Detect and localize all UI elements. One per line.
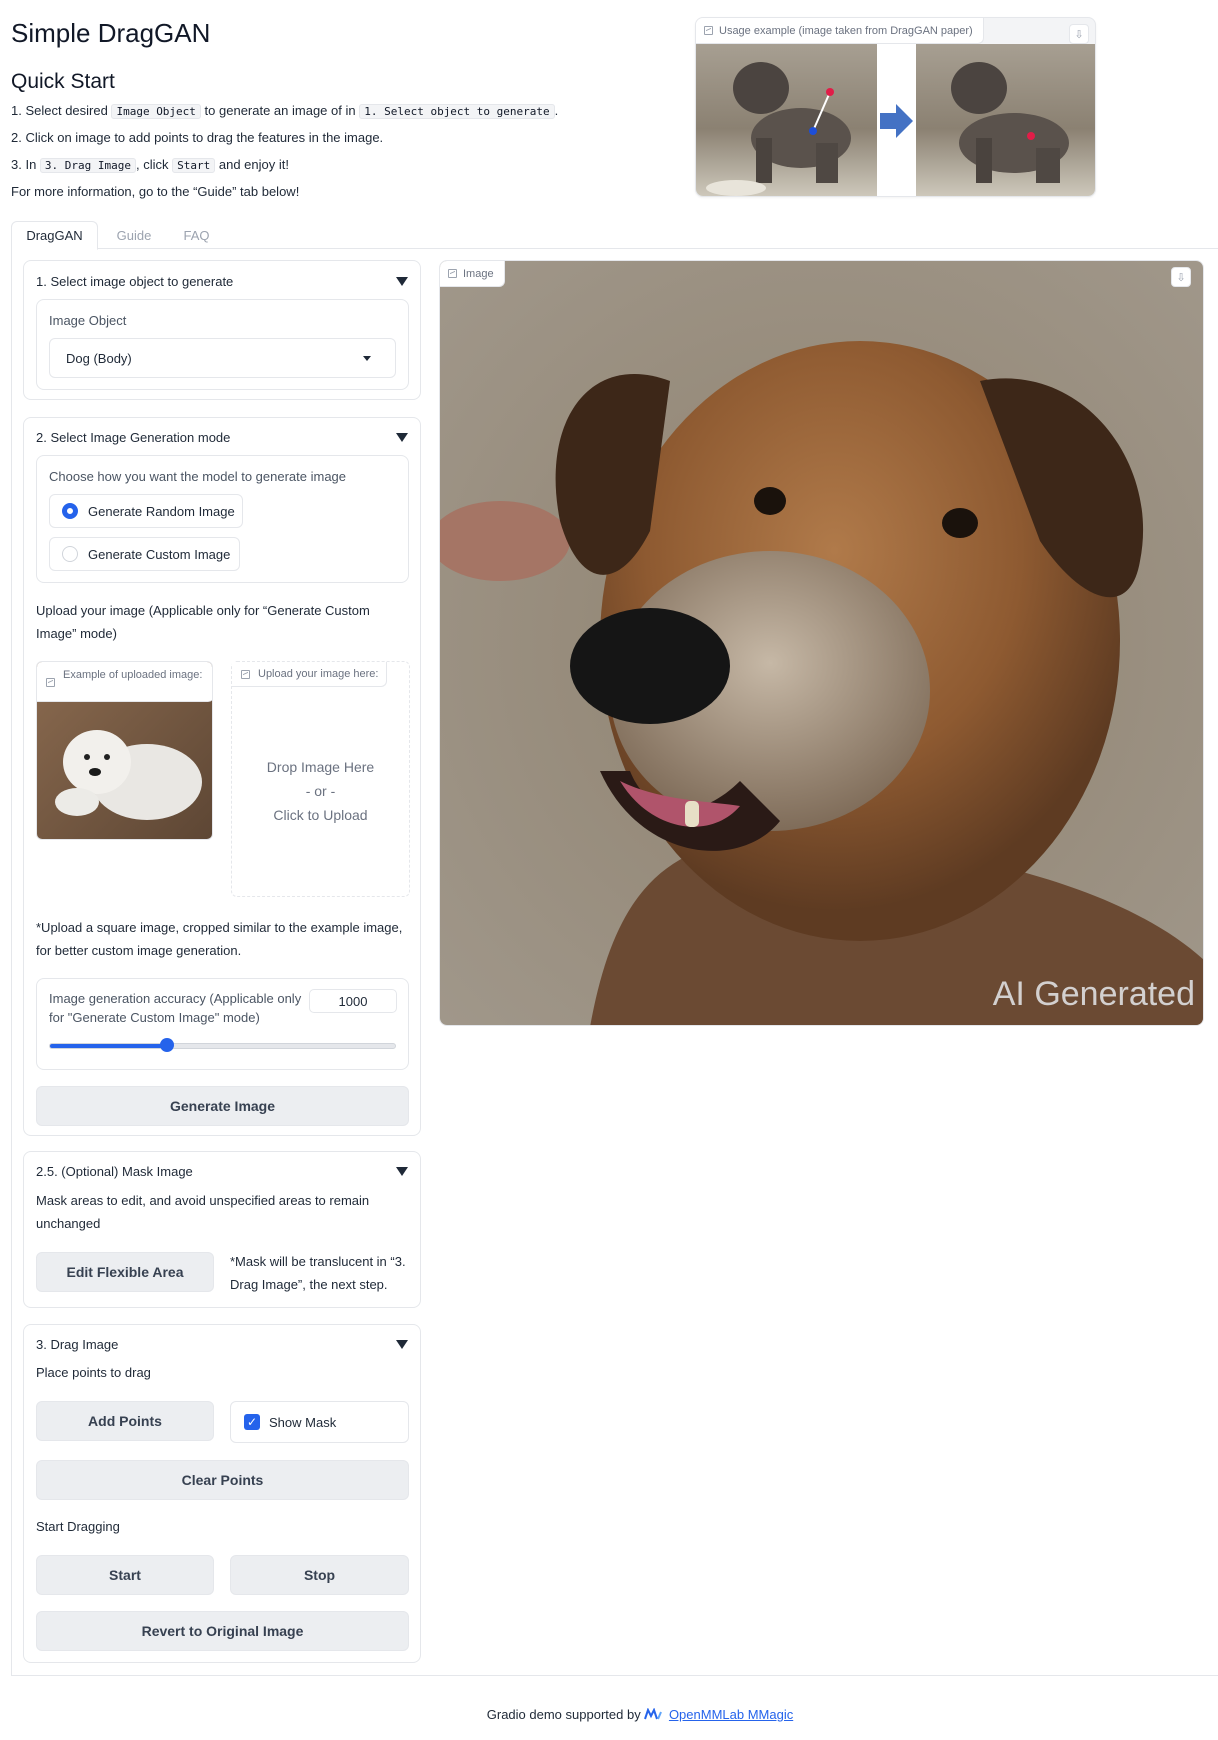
image-object-field: Image Object Dog (Body) bbox=[36, 299, 409, 390]
image-upload-dropzone[interactable]: Upload your image here: Drop Image Here … bbox=[231, 661, 410, 897]
app-title: Simple DragGAN bbox=[11, 18, 211, 48]
click-to-upload-text: Click to Upload bbox=[273, 807, 368, 823]
image-panel-label-text: Image bbox=[463, 267, 494, 280]
ai-generated-watermark: AI Generated bbox=[993, 975, 1195, 1013]
download-icon[interactable]: ⇩ bbox=[1171, 267, 1191, 287]
collapse-caret-icon[interactable] bbox=[396, 1167, 408, 1176]
image-object-selected: Dog (Body) bbox=[66, 350, 132, 366]
start-dragging-label: Start Dragging bbox=[36, 1519, 120, 1534]
radio-generate-random[interactable]: Generate Random Image bbox=[49, 494, 243, 528]
section-select-object: 1. Select image object to generate Image… bbox=[23, 260, 421, 400]
collapse-caret-icon[interactable] bbox=[396, 277, 408, 286]
show-mask-checkbox[interactable]: ✓ Show Mask bbox=[230, 1401, 409, 1443]
usage-example-label-text: Usage example (image taken from DragGAN … bbox=[719, 24, 973, 37]
checkmark-icon: ✓ bbox=[244, 1414, 260, 1430]
upload-note: *Upload a square image, cropped similar … bbox=[36, 920, 403, 958]
collapse-caret-icon[interactable] bbox=[396, 433, 408, 442]
generate-image-button[interactable]: Generate Image bbox=[36, 1086, 409, 1126]
mask-note: *Mask will be translucent in “3. Drag Im… bbox=[230, 1254, 406, 1292]
upload-image-label: Upload your image here: bbox=[232, 662, 388, 687]
footer: Gradio demo supported by OpenMMLab MMagi… bbox=[0, 1707, 1218, 1722]
image-object-dropdown[interactable]: Dog (Body) bbox=[49, 338, 396, 378]
radio-dot bbox=[62, 546, 78, 562]
image-icon bbox=[704, 26, 713, 35]
qs-text: 1. Select desired bbox=[11, 103, 112, 118]
show-mask-label: Show Mask bbox=[269, 1414, 337, 1430]
mmagic-logo-icon bbox=[644, 1707, 663, 1720]
radio-dot bbox=[62, 503, 78, 519]
qs-text: to generate an image of in bbox=[200, 103, 360, 118]
section-mask-image: 2.5. (Optional) Mask Image Mask areas to… bbox=[23, 1151, 421, 1308]
clear-points-button[interactable]: Clear Points bbox=[36, 1460, 409, 1500]
qs-text: 3. In bbox=[11, 157, 40, 172]
collapse-caret-icon[interactable] bbox=[396, 1340, 408, 1349]
stop-button[interactable]: Stop bbox=[230, 1555, 409, 1595]
mask-description: Mask areas to edit, and avoid unspecifie… bbox=[36, 1193, 370, 1231]
start-button[interactable]: Start bbox=[36, 1555, 214, 1595]
revert-original-button[interactable]: Revert to Original Image bbox=[36, 1611, 409, 1651]
accuracy-slider-thumb[interactable] bbox=[160, 1038, 175, 1052]
section-25-title: 2.5. (Optional) Mask Image bbox=[36, 1164, 193, 1179]
accuracy-label: Image generation accuracy (Applicable on… bbox=[49, 991, 302, 1025]
tab-bar: DragGAN Guide FAQ bbox=[11, 221, 1218, 250]
quickstart-step-4: For more information, go to the “Guide” … bbox=[11, 184, 300, 199]
section-3-title: 3. Drag Image bbox=[36, 1337, 119, 1352]
download-icon[interactable]: ⇩ bbox=[1069, 24, 1089, 44]
generated-image[interactable]: AI Generated Image ⇩ bbox=[439, 260, 1204, 1026]
generation-mode-radio-group: Choose how you want the model to generat… bbox=[36, 455, 409, 583]
add-points-button[interactable]: Add Points bbox=[36, 1401, 214, 1441]
section-generation-mode: 2. Select Image Generation mode Choose h… bbox=[23, 417, 421, 1136]
section-1-title: 1. Select image object to generate bbox=[36, 274, 234, 289]
chevron-down-icon bbox=[363, 356, 371, 361]
openmmlab-mmagic-link[interactable]: OpenMMLab MMagic bbox=[669, 1707, 793, 1722]
image-panel-label: Image bbox=[440, 261, 505, 287]
example-image-label: Example of uploaded image: bbox=[37, 662, 212, 702]
place-points-label: Place points to drag bbox=[36, 1365, 151, 1380]
quickstart-step-1: 1. Select desired Image Object to genera… bbox=[11, 103, 559, 119]
or-text: - or - bbox=[305, 783, 336, 799]
image-icon bbox=[241, 670, 250, 679]
qs-text: and enjoy it! bbox=[215, 157, 289, 172]
usage-example-label: Usage example (image taken from DragGAN … bbox=[696, 18, 984, 44]
accuracy-slider-fill bbox=[50, 1044, 168, 1048]
qs-code: 3. Drag Image bbox=[39, 158, 137, 173]
radio-generate-custom[interactable]: Generate Custom Image bbox=[49, 537, 240, 571]
qs-code: 1. Select object to generate bbox=[359, 104, 555, 119]
qs-code: Image Object bbox=[111, 104, 201, 119]
quickstart-step-3: 3. In 3. Drag Image, click Start and enj… bbox=[11, 157, 289, 173]
tab-faq[interactable]: FAQ bbox=[174, 221, 219, 250]
edit-flexible-area-button[interactable]: Edit Flexible Area bbox=[36, 1252, 214, 1292]
upload-image-label-text: Upload your image here: bbox=[258, 668, 379, 680]
radio-label: Generate Custom Image bbox=[88, 546, 231, 562]
dropzone-text: Drop Image Here - or - Click to Upload bbox=[232, 755, 409, 827]
section-2-title: 2. Select Image Generation mode bbox=[36, 430, 231, 445]
image-icon bbox=[448, 269, 457, 278]
section-drag-image: 3. Drag Image Place points to drag Add P… bbox=[23, 1324, 421, 1663]
footer-text: Gradio demo supported by bbox=[486, 1707, 645, 1722]
drop-image-text: Drop Image Here bbox=[266, 759, 375, 775]
image-icon bbox=[46, 678, 55, 687]
tab-draggan[interactable]: DragGAN bbox=[11, 221, 98, 250]
upload-hint: Upload your image (Applicable only for “… bbox=[36, 603, 370, 641]
generated-dog-photo: AI Generated bbox=[440, 261, 1203, 1025]
usage-example-image: Usage example (image taken from DragGAN … bbox=[695, 17, 1096, 197]
accuracy-number-input[interactable]: 1000 bbox=[309, 989, 397, 1013]
qs-text: , click bbox=[136, 157, 173, 172]
usage-example-illustration bbox=[696, 44, 1095, 196]
example-uploaded-image: Example of uploaded image: bbox=[36, 661, 213, 840]
tab-guide[interactable]: Guide bbox=[104, 221, 164, 250]
qs-code: Start bbox=[172, 158, 216, 173]
qs-text: . bbox=[554, 103, 559, 118]
accuracy-slider-field: Image generation accuracy (Applicable on… bbox=[36, 978, 409, 1070]
radio-label: Generate Random Image bbox=[88, 503, 235, 519]
accuracy-slider-track[interactable] bbox=[49, 1038, 396, 1052]
radio-group-label: Choose how you want the model to generat… bbox=[49, 469, 347, 484]
example-image-label-text: Example of uploaded image: bbox=[63, 669, 203, 681]
image-object-label: Image Object bbox=[49, 313, 127, 328]
quickstart-step-2: 2. Click on image to add points to drag … bbox=[11, 130, 384, 145]
quickstart-heading: Quick Start bbox=[11, 70, 115, 93]
